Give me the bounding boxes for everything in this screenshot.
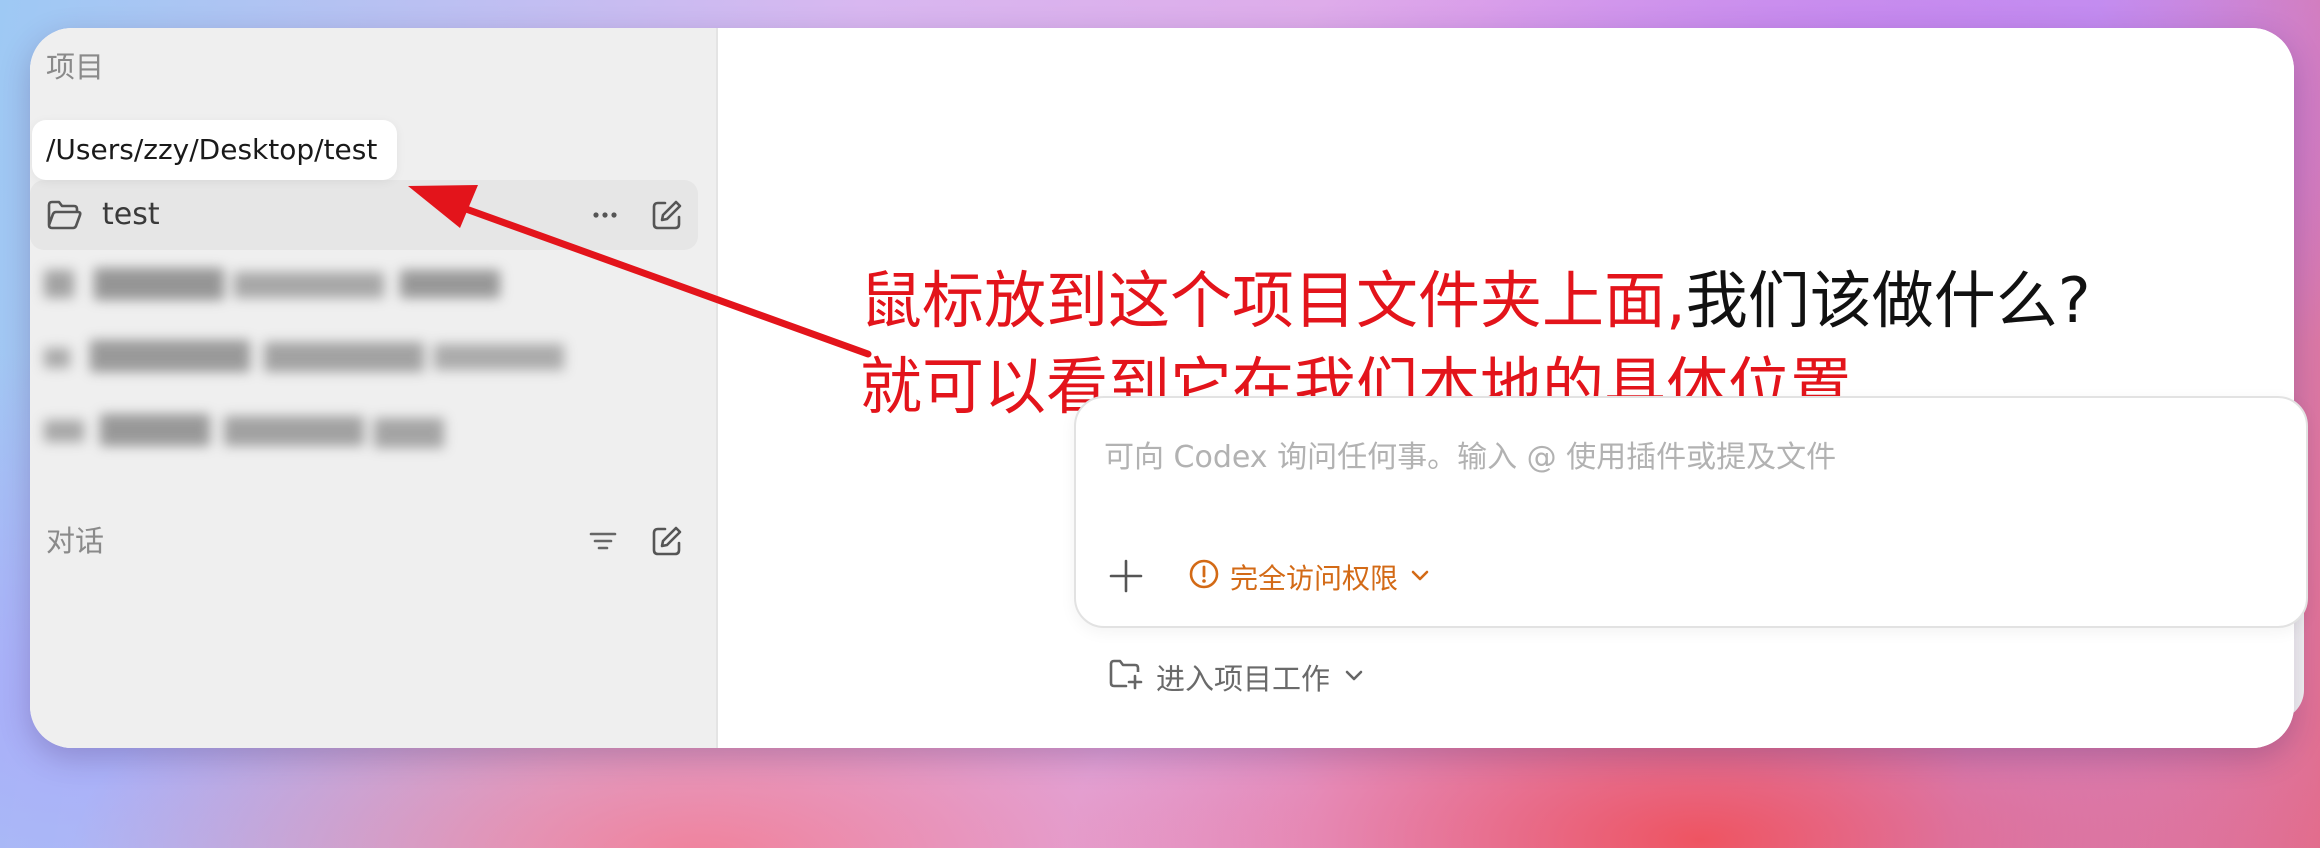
compose-icon[interactable]	[650, 198, 684, 232]
sidebar: 项目 test /Users/zzy/Desktop/test 对话	[30, 28, 718, 748]
ellipsis-icon[interactable]	[588, 198, 622, 232]
sidebar-item-test-project[interactable]: test	[30, 180, 698, 250]
path-tooltip: /Users/zzy/Desktop/test	[32, 120, 398, 180]
chevron-down-icon	[1408, 561, 1432, 594]
warning-circle-icon	[1188, 558, 1220, 597]
access-permission-dropdown[interactable]: 完全访问权限	[1188, 552, 1432, 602]
projects-section-label: 项目	[46, 50, 105, 84]
filter-icon[interactable]	[586, 524, 620, 558]
conversations-section-label: 对话	[46, 524, 105, 558]
folder-open-icon	[46, 198, 82, 236]
enter-project-work-dropdown[interactable]: 进入项目工作	[1108, 656, 1366, 698]
chevron-down-icon	[1342, 660, 1366, 694]
list-item[interactable]	[44, 336, 564, 376]
new-conversation-icon[interactable]	[650, 524, 684, 558]
folder-add-icon	[1108, 657, 1144, 698]
prompt-input-placeholder[interactable]: 可向 Codex 询问任何事。输入 @ 使用插件或提及文件	[1104, 432, 1836, 476]
access-label: 完全访问权限	[1230, 562, 1399, 595]
add-attachment-icon[interactable]	[1108, 558, 1144, 598]
annotation-red-text: 鼠标放到这个项目文件夹上面,	[860, 264, 1686, 337]
work-label: 进入项目工作	[1156, 662, 1331, 696]
list-item[interactable]	[44, 264, 500, 304]
project-name: test	[102, 197, 160, 232]
annotation-black-text: 我们该做什么?	[1685, 264, 2091, 337]
prompt-composer[interactable]: 可向 Codex 询问任何事。输入 @ 使用插件或提及文件 完全访问权限	[1074, 396, 2308, 628]
annotation-line-1: 鼠标放到这个项目文件夹上面,我们该做什么?	[860, 250, 2091, 340]
list-item[interactable]	[44, 410, 444, 450]
